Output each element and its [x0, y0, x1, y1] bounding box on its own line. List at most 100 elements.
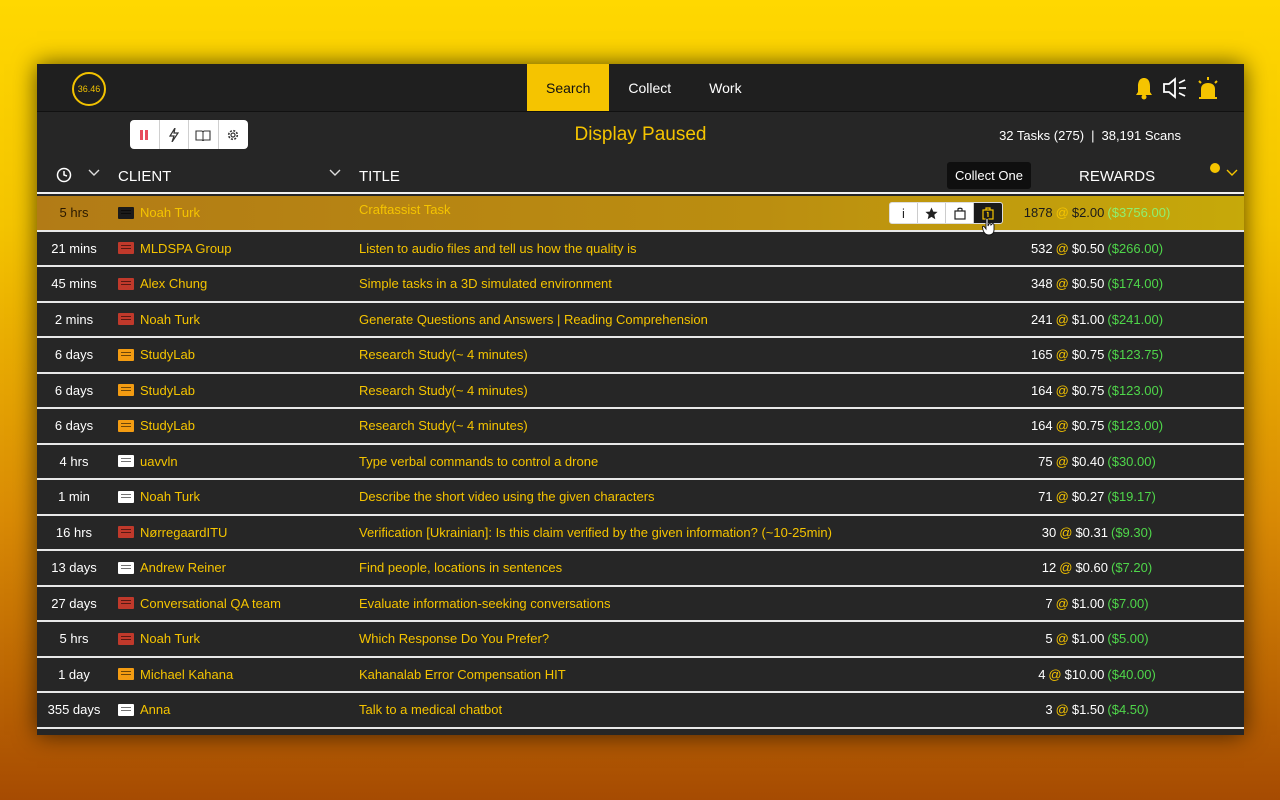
client-badge-icon	[118, 597, 134, 609]
task-title[interactable]: Find people, locations in sentences	[359, 560, 562, 575]
task-title[interactable]: Talk to a medical chatbot	[359, 702, 502, 717]
reward-cell: 164 @ $0.75 ($123.00)	[997, 383, 1197, 398]
at-symbol: @	[1055, 453, 1069, 469]
table-row[interactable]: 6 days StudyLab Research Study(~ 4 minut…	[37, 338, 1244, 374]
client-name: NørregaardITU	[140, 524, 228, 540]
client-link[interactable]: StudyLab	[118, 418, 195, 433]
tab-search[interactable]: Search	[527, 64, 610, 111]
task-title[interactable]: Describe the short video using the given…	[359, 489, 655, 504]
client-link[interactable]: Michael Kahana	[118, 667, 233, 682]
table-row[interactable]: 27 days Conversational QA team Evaluate …	[37, 587, 1244, 622]
table-row[interactable]: 5 hrs Noah Turk Craftassist Task 1878 @ $2…	[37, 196, 1244, 236]
task-title[interactable]: Research Study(~ 4 minutes)	[359, 418, 528, 433]
task-price: $0.31	[1075, 524, 1108, 540]
task-title[interactable]: Evaluate information-seeking conversatio…	[359, 596, 610, 611]
task-count: 75	[1038, 453, 1053, 469]
reward-cell: 4 @ $10.00 ($40.00)	[997, 667, 1197, 682]
app-window: 36.46 Search Collect Work Display Paused…	[37, 64, 1244, 735]
client-badge-icon	[118, 703, 134, 716]
nav-tabs: Search Collect Work	[527, 64, 761, 111]
at-symbol: @	[1055, 489, 1069, 504]
client-link[interactable]: StudyLab	[118, 347, 195, 362]
task-title[interactable]: Craftassist Task	[359, 202, 451, 217]
column-client[interactable]: CLIENT	[118, 168, 171, 185]
table-row[interactable]: 6 days StudyLab Research Study(~ 4 minut…	[37, 409, 1244, 445]
info-button[interactable]: i	[890, 203, 918, 223]
task-age: 4 hrs	[59, 453, 89, 469]
at-symbol: @	[1055, 595, 1069, 611]
volume-off-icon[interactable]	[1162, 76, 1188, 100]
task-age: 6 days	[54, 347, 94, 362]
table-row[interactable]: 45 mins Alex Chung Simple tasks in a 3D …	[37, 267, 1244, 303]
task-title[interactable]: Generate Questions and Answers | Reading…	[359, 312, 708, 327]
table-row[interactable]: 16 hrs NørregaardITU Verification [Ukrai…	[37, 516, 1244, 551]
at-symbol: @	[1048, 666, 1062, 682]
task-total: ($123.00)	[1107, 418, 1164, 433]
table-row[interactable]: 2 mins Noah Turk Generate Questions and …	[37, 303, 1244, 338]
task-age: 16 hrs	[55, 524, 93, 540]
at-symbol: @	[1055, 702, 1069, 717]
task-total: ($7.00)	[1107, 595, 1149, 611]
client-link[interactable]: Anna	[118, 702, 170, 717]
task-total: ($9.30)	[1111, 524, 1153, 540]
table-row[interactable]: 1 day Michael Kahana Kahanalab Error Com…	[37, 658, 1244, 693]
chevron-down-icon[interactable]	[88, 164, 100, 182]
client-link[interactable]: Andrew Reiner	[118, 560, 226, 575]
task-title[interactable]: Which Response Do You Prefer?	[359, 631, 549, 646]
task-total: ($30.00)	[1107, 453, 1156, 469]
at-symbol: @	[1055, 631, 1069, 646]
task-price: $1.00	[1071, 311, 1105, 327]
tab-work[interactable]: Work	[690, 64, 760, 111]
table-row[interactable]: 4 hrs uavvln Type verbal commands to con…	[37, 445, 1244, 480]
task-total: ($4.50)	[1107, 702, 1149, 717]
table-row[interactable]: 1 min Noah Turk Describe the short video…	[37, 480, 1244, 516]
task-count: 7	[1045, 595, 1053, 611]
task-title[interactable]: Verification [Ukrainian]: Is this claim …	[359, 525, 832, 540]
alarm-light-icon[interactable]	[1196, 76, 1220, 100]
at-symbol: @	[1055, 205, 1069, 220]
table-row[interactable]: 21 mins MLDSPA Group Listen to audio fil…	[37, 232, 1244, 267]
table-row[interactable]: 13 days Andrew Reiner Find people, locat…	[37, 551, 1244, 587]
collect-later-button[interactable]	[946, 203, 974, 223]
table-row[interactable]: 355 days Anna Talk to a medical chatbot …	[37, 693, 1244, 729]
task-age: 1 day	[58, 666, 90, 682]
task-price: $10.00	[1064, 666, 1105, 682]
task-age: 45 mins	[51, 276, 97, 291]
client-link[interactable]: MLDSPA Group	[118, 241, 232, 256]
client-link[interactable]: Noah Turk	[118, 205, 200, 220]
reward-cell: 165 @ $0.75 ($123.75)	[997, 347, 1197, 362]
client-link[interactable]: Alex Chung	[118, 276, 207, 291]
tab-collect[interactable]: Collect	[609, 64, 690, 111]
task-age: 27 days	[51, 595, 97, 611]
clock-icon[interactable]	[56, 167, 72, 187]
column-title[interactable]: TITLE	[359, 168, 400, 185]
favorite-button[interactable]	[918, 203, 946, 223]
table-row[interactable]: 5 hrs Noah Turk Which Response Do You Pr…	[37, 622, 1244, 658]
table-row[interactable]: 6 days StudyLab Research Study(~ 4 minut…	[37, 374, 1244, 409]
scan-count: 38,191 Scans	[1101, 128, 1181, 143]
chevron-down-icon[interactable]	[329, 164, 341, 182]
column-rewards[interactable]: REWARDS	[1079, 168, 1155, 185]
client-link[interactable]: NørregaardITU	[118, 525, 227, 540]
client-link[interactable]: StudyLab	[118, 383, 195, 398]
task-title[interactable]: Research Study(~ 4 minutes)	[359, 383, 528, 398]
client-link[interactable]: Conversational QA team	[118, 596, 281, 611]
client-link[interactable]: Noah Turk	[118, 631, 200, 646]
client-badge-icon	[118, 313, 134, 325]
task-title[interactable]: Research Study(~ 4 minutes)	[359, 347, 528, 362]
chevron-down-icon[interactable]	[1226, 164, 1238, 182]
task-title[interactable]: Simple tasks in a 3D simulated environme…	[359, 276, 612, 291]
task-title[interactable]: Type verbal commands to control a drone	[359, 454, 598, 469]
client-link[interactable]: Noah Turk	[118, 312, 200, 327]
client-badge-icon	[118, 206, 134, 219]
client-name: Conversational QA team	[140, 595, 281, 611]
client-link[interactable]: Noah Turk	[118, 489, 200, 504]
task-count: 241	[1030, 311, 1053, 327]
client-badge-icon	[118, 348, 134, 361]
reward-cell: 71 @ $0.27 ($19.17)	[997, 489, 1197, 504]
task-title[interactable]: Kahanalab Error Compensation HIT	[359, 667, 566, 682]
client-link[interactable]: uavvln	[118, 454, 178, 469]
task-title[interactable]: Listen to audio files and tell us how th…	[359, 241, 637, 256]
task-count: 71	[1038, 489, 1053, 504]
bell-icon[interactable]	[1134, 76, 1154, 100]
